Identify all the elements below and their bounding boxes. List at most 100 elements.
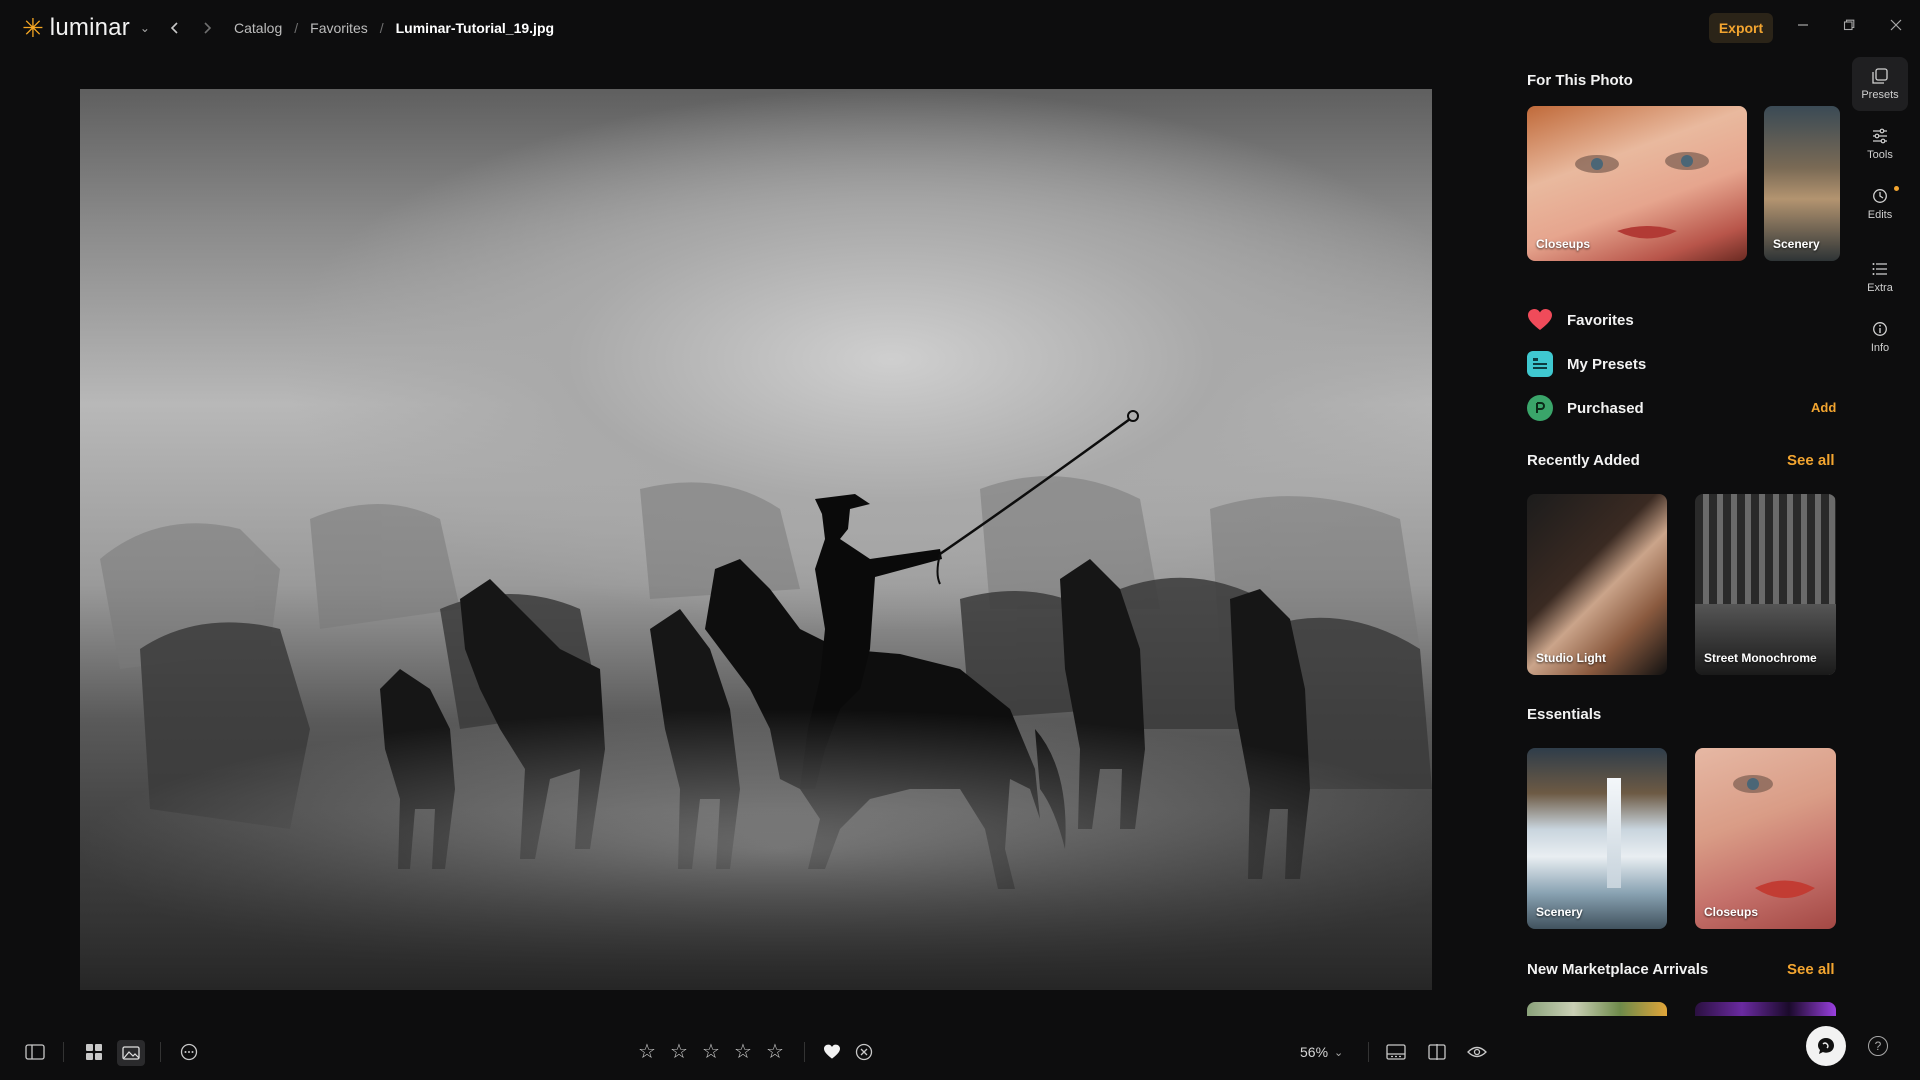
title-bar: ✳ luminar ⌄ Catalog / Favorites / Lumina… bbox=[0, 0, 1920, 56]
list-item-my-presets[interactable]: My Presets bbox=[1527, 351, 1646, 377]
essentials-title: Essentials bbox=[1527, 706, 1602, 723]
preset-thumb-scenery[interactable]: Scenery bbox=[1764, 106, 1840, 261]
chat-icon bbox=[1818, 1038, 1834, 1054]
single-view-button[interactable] bbox=[117, 1040, 145, 1066]
rail-label: Tools bbox=[1867, 148, 1893, 161]
rail-label: Presets bbox=[1861, 88, 1899, 101]
chat-assistant-button[interactable] bbox=[1806, 1026, 1846, 1066]
close-icon bbox=[1890, 19, 1902, 31]
preset-thumb-studio-light[interactable]: Studio Light bbox=[1527, 494, 1667, 675]
sidebar-toggle-icon bbox=[25, 1044, 45, 1060]
toolbar-divider bbox=[160, 1042, 161, 1062]
filmstrip-toggle-button[interactable] bbox=[1384, 1040, 1408, 1064]
heart-icon bbox=[824, 1044, 840, 1059]
grid-icon bbox=[86, 1044, 102, 1060]
info-icon bbox=[1873, 321, 1887, 336]
zoom-level: 56% bbox=[1300, 1044, 1329, 1060]
app-name: luminar bbox=[49, 14, 130, 41]
favorite-button[interactable] bbox=[820, 1040, 844, 1064]
add-purchased-link[interactable]: Add bbox=[1811, 400, 1836, 415]
back-button[interactable] bbox=[163, 16, 187, 40]
list-item-purchased[interactable]: Purchased bbox=[1527, 395, 1644, 421]
compare-button[interactable] bbox=[1425, 1040, 1449, 1064]
recently-added-see-all[interactable]: See all bbox=[1787, 452, 1835, 469]
preset-label: Closeups bbox=[1536, 237, 1591, 251]
purchased-icon bbox=[1527, 395, 1553, 421]
for-this-photo-title: For This Photo bbox=[1527, 72, 1633, 89]
breadcrumb-favorites[interactable]: Favorites bbox=[310, 20, 368, 36]
forward-button[interactable] bbox=[195, 16, 219, 40]
more-options-button[interactable] bbox=[177, 1040, 201, 1064]
star-sun-icon: ✳ bbox=[22, 13, 44, 43]
marketplace-thumb[interactable] bbox=[1695, 1002, 1836, 1016]
preset-label: Studio Light bbox=[1536, 651, 1606, 665]
rating-star-5[interactable]: ☆ bbox=[764, 1040, 786, 1063]
rail-label: Extra bbox=[1867, 281, 1893, 294]
list-item-favorites[interactable]: Favorites bbox=[1527, 307, 1634, 333]
heart-icon bbox=[1527, 307, 1553, 333]
help-button[interactable]: ? bbox=[1868, 1036, 1888, 1056]
toolbar-divider bbox=[63, 1042, 64, 1062]
preset-thumb-scenery[interactable]: Scenery bbox=[1527, 748, 1667, 929]
rail-edits[interactable]: Edits bbox=[1852, 177, 1908, 231]
rail-presets[interactable]: Presets bbox=[1852, 57, 1908, 111]
portrait-thumbnail bbox=[1733, 775, 1815, 898]
reject-button[interactable] bbox=[852, 1040, 876, 1064]
chevron-down-icon: ⌄ bbox=[1334, 1046, 1344, 1059]
rating-star-4[interactable]: ☆ bbox=[732, 1040, 754, 1063]
app-logo[interactable]: ✳ luminar ⌄ bbox=[22, 14, 150, 42]
restore-button[interactable] bbox=[1838, 14, 1860, 36]
list-icon bbox=[1872, 262, 1887, 275]
list-label: My Presets bbox=[1567, 355, 1647, 373]
filmstrip-icon bbox=[1386, 1044, 1406, 1060]
photo-image bbox=[80, 410, 1432, 990]
preset-thumb-closeups[interactable]: Closeups bbox=[1695, 748, 1836, 929]
marketplace-title: New Marketplace Arrivals bbox=[1527, 961, 1709, 978]
zoom-selector[interactable]: 56% ⌄ bbox=[1300, 1044, 1343, 1060]
preset-thumb-street-monochrome[interactable]: Street Monochrome bbox=[1695, 494, 1836, 675]
breadcrumb-separator: / bbox=[379, 20, 384, 36]
marketplace-thumb[interactable] bbox=[1527, 1002, 1667, 1016]
rail-extra[interactable]: Extra bbox=[1852, 250, 1908, 304]
presets-list-icon bbox=[1527, 351, 1553, 377]
rating-star-2[interactable]: ☆ bbox=[668, 1040, 690, 1063]
minimize-icon bbox=[1798, 24, 1808, 26]
rating-star-1[interactable]: ☆ bbox=[636, 1040, 658, 1063]
close-button[interactable] bbox=[1885, 14, 1907, 36]
toggle-sidebar-button[interactable] bbox=[23, 1040, 47, 1064]
edits-indicator-dot bbox=[1894, 186, 1899, 191]
rail-info[interactable]: Info bbox=[1852, 310, 1908, 364]
rail-tools[interactable]: Tools bbox=[1852, 117, 1908, 171]
breadcrumb-catalog[interactable]: Catalog bbox=[234, 20, 282, 36]
preset-label: Closeups bbox=[1704, 905, 1759, 919]
preview-toggle-button[interactable] bbox=[1465, 1040, 1489, 1064]
chevron-right-icon bbox=[204, 22, 212, 34]
rail-label: Edits bbox=[1867, 208, 1893, 221]
recently-added-title: Recently Added bbox=[1527, 452, 1640, 469]
sliders-icon bbox=[1873, 128, 1887, 143]
list-label: Purchased bbox=[1567, 399, 1644, 417]
history-icon bbox=[1873, 188, 1887, 203]
question-icon: ? bbox=[1874, 1039, 1882, 1053]
list-label: Favorites bbox=[1567, 311, 1634, 329]
chevron-left-icon bbox=[170, 22, 178, 34]
preset-thumb-closeups[interactable]: Closeups bbox=[1527, 106, 1747, 261]
presets-icon bbox=[1872, 67, 1888, 84]
toolbar-divider bbox=[1368, 1042, 1369, 1062]
restore-icon bbox=[1843, 19, 1855, 31]
marketplace-see-all[interactable]: See all bbox=[1787, 961, 1835, 978]
chevron-down-icon: ⌄ bbox=[139, 21, 150, 35]
bottom-toolbar bbox=[0, 1030, 1920, 1074]
export-button[interactable]: Export bbox=[1709, 13, 1773, 43]
grid-view-button[interactable] bbox=[82, 1040, 106, 1064]
compare-icon bbox=[1428, 1044, 1446, 1060]
breadcrumb-separator: / bbox=[294, 20, 299, 36]
preset-label: Scenery bbox=[1773, 237, 1820, 251]
minimize-button[interactable] bbox=[1792, 14, 1814, 36]
preset-label: Scenery bbox=[1536, 905, 1583, 919]
rail-label: Info bbox=[1870, 341, 1890, 354]
rating-star-3[interactable]: ☆ bbox=[700, 1040, 722, 1063]
reject-icon bbox=[855, 1043, 873, 1061]
main-photo-canvas[interactable] bbox=[80, 89, 1432, 990]
breadcrumb: Catalog / Favorites / Luminar-Tutorial_1… bbox=[234, 20, 554, 36]
